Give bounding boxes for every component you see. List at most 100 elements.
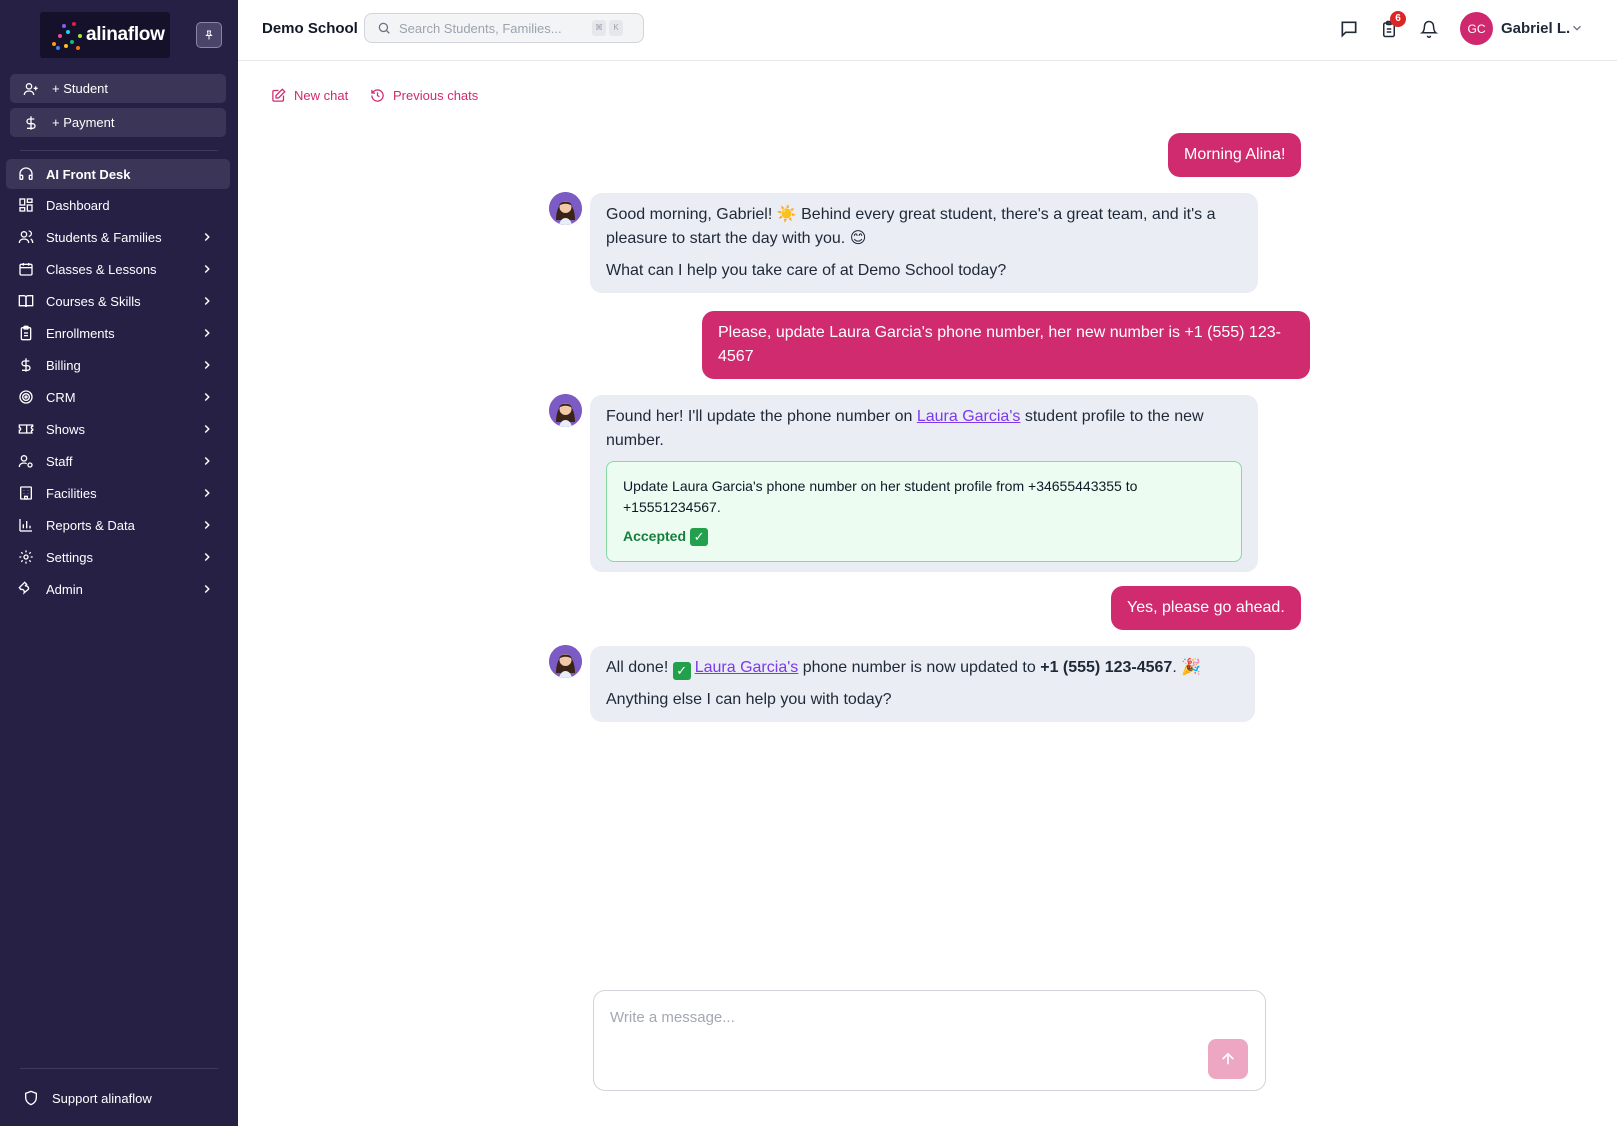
add-payment-button[interactable]: + Payment [10, 108, 226, 137]
edit-icon [272, 88, 286, 102]
ai-avatar [549, 192, 582, 225]
student-profile-link[interactable]: Laura Garcia's [695, 659, 799, 676]
chevron-right-icon [204, 552, 210, 562]
message-text-part: All done! [606, 659, 673, 676]
add-student-button[interactable]: + Student [10, 74, 226, 103]
previous-chats-label: Previous chats [393, 88, 479, 103]
sidebar-item-courses-skills[interactable]: Courses & Skills [6, 286, 230, 316]
user-message: Please, update Laura Garcia's phone numb… [702, 311, 1310, 379]
sidebar-item-dashboard[interactable]: Dashboard [6, 190, 230, 220]
sidebar-item-crm[interactable]: CRM [6, 382, 230, 412]
assistant-avatar-icon [549, 192, 582, 225]
search-box[interactable]: ⌘ K [364, 13, 644, 43]
chevron-right-icon [204, 264, 210, 274]
sidebar-item-label: CRM [46, 389, 76, 405]
assistant-avatar-icon [549, 394, 582, 427]
sidebar-item-ai-front-desk[interactable]: AI Front Desk [6, 159, 230, 189]
message-composer [593, 990, 1266, 1091]
assistant-message-text: Good morning, Gabriel! ☀️ Behind every g… [606, 206, 1216, 247]
clipboard-icon [20, 325, 32, 341]
user-message: Yes, please go ahead. [1111, 586, 1301, 630]
chevron-right-icon [204, 584, 210, 594]
dollar-icon [21, 358, 31, 372]
chevron-right-icon [204, 488, 210, 498]
users-icon [18, 230, 34, 244]
assistant-message: Good morning, Gabriel! ☀️ Behind every g… [590, 193, 1258, 293]
history-icon [371, 89, 384, 102]
chevron-right-icon [204, 360, 210, 370]
check-icon: ✓ [690, 527, 709, 546]
assistant-message: Found her! I'll update the phone number … [590, 395, 1258, 572]
sidebar-item-label: Settings [46, 549, 93, 565]
student-profile-link[interactable]: Laura Garcia's [917, 408, 1021, 425]
sidebar-item-label: AI Front Desk [46, 166, 131, 182]
sidebar-item-reports-data[interactable]: Reports & Data [6, 510, 230, 540]
sidebar-item-shows[interactable]: Shows [6, 414, 230, 444]
sidebar-item-students-families[interactable]: Students & Families [6, 222, 230, 252]
user-message: Morning Alina! [1168, 133, 1302, 177]
assistant-message-text: What can I help you take care of at Demo… [606, 262, 1007, 279]
shortcut-key: ⌘ [592, 20, 606, 36]
sidebar-item-label: Staff [46, 453, 73, 469]
check-icon: ✓ [672, 662, 691, 680]
sidebar-item-admin[interactable]: Admin [6, 574, 230, 604]
assistant-message-text: Found her! I'll update the phone number … [606, 405, 1242, 453]
ticket-icon [18, 424, 34, 434]
message-text-part: Found her! I'll update the phone number … [606, 408, 917, 425]
chevron-down-icon[interactable] [1570, 21, 1584, 35]
search-icon [378, 22, 390, 34]
chevron-right-icon [204, 296, 210, 306]
add-student-label: + Student [52, 81, 109, 96]
action-description: Update Laura Garcia's phone number on he… [623, 478, 1138, 515]
support-link[interactable]: Support alinaflow [10, 1083, 152, 1113]
messages-button[interactable] [1337, 17, 1361, 41]
dashboard-icon [19, 198, 33, 212]
shield-icon [25, 1090, 37, 1106]
pin-sidebar-button[interactable] [196, 22, 222, 48]
user-name[interactable]: Gabriel L. [1501, 20, 1570, 37]
sidebar-item-enrollments[interactable]: Enrollments [6, 318, 230, 348]
book-icon [18, 295, 34, 308]
tasks-badge: 6 [1390, 11, 1406, 27]
user-gear-icon [18, 455, 33, 468]
sidebar-divider [20, 150, 218, 151]
sidebar-item-label: Dashboard [46, 197, 110, 213]
sidebar-divider [20, 1068, 218, 1069]
add-user-icon [23, 82, 38, 95]
chevron-right-icon [204, 456, 210, 466]
sidebar-item-settings[interactable]: Settings [6, 542, 230, 572]
new-chat-button[interactable]: New chat [271, 88, 348, 103]
wrench-icon [18, 581, 30, 595]
calendar-icon [19, 263, 33, 276]
send-button[interactable] [1208, 1039, 1248, 1079]
sidebar-item-billing[interactable]: Billing [6, 350, 230, 380]
assistant-message: All done! ✓ Laura Garcia's phone number i… [590, 646, 1255, 722]
sidebar-item-facilities[interactable]: Facilities [6, 478, 230, 508]
logo[interactable]: alinaflow [40, 12, 170, 58]
logo-mark-icon [48, 18, 84, 52]
assistant-avatar-icon [549, 645, 582, 678]
chevron-right-icon [204, 520, 210, 530]
message-input[interactable] [610, 1009, 1170, 1039]
action-status: Accepted ✓ [623, 526, 1225, 547]
ai-avatar [549, 645, 582, 678]
notifications-button[interactable] [1417, 17, 1441, 41]
sidebar-item-label: Classes & Lessons [46, 261, 157, 277]
dollar-icon [26, 115, 36, 130]
assistant-message-text: Anything else I can help you with today? [606, 691, 892, 708]
sidebar-item-staff[interactable]: Staff [6, 446, 230, 476]
message-text-part: . 🎉 [1172, 659, 1202, 676]
chevron-right-icon [204, 424, 210, 434]
shortcut-key: K [609, 20, 623, 36]
updated-phone-number: +1 (555) 123-4567 [1040, 659, 1173, 676]
previous-chats-button[interactable]: Previous chats [370, 88, 478, 103]
sidebar-item-classes-lessons[interactable]: Classes & Lessons [6, 254, 230, 284]
chevron-right-icon [204, 232, 210, 242]
search-input[interactable] [399, 20, 589, 36]
logo-text: alinaflow [86, 24, 165, 45]
user-avatar[interactable]: GC [1460, 12, 1493, 45]
message-text-part: phone number is now updated to [798, 659, 1041, 676]
sidebar-item-label: Students & Families [46, 229, 162, 245]
top-bar: Demo School ⌘ K [238, 0, 1617, 61]
chevron-right-icon [204, 328, 210, 338]
